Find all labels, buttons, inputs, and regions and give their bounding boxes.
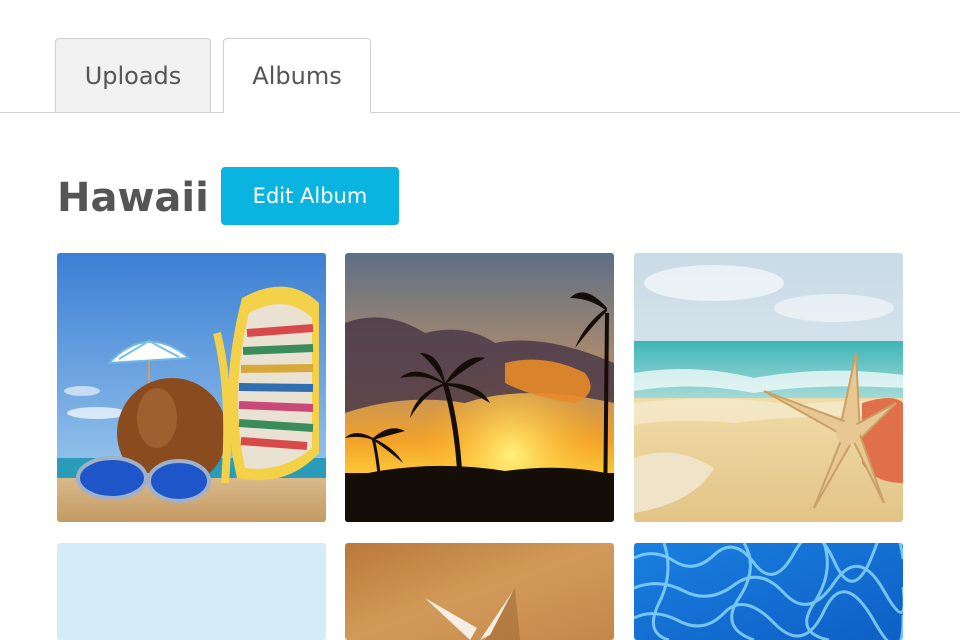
photo-light-blue[interactable] — [57, 543, 326, 640]
album-title: Hawaii — [57, 175, 209, 221]
edit-album-button[interactable]: Edit Album — [221, 167, 399, 225]
tab-uploads-label: Uploads — [84, 61, 182, 90]
tab-divider — [0, 112, 960, 113]
photo-palm-sunset[interactable] — [345, 253, 614, 522]
palm-sunset-image — [345, 253, 614, 522]
starfish-shore-image — [634, 253, 903, 522]
photo-pool-water[interactable] — [634, 543, 903, 640]
photo-sand-starfish[interactable] — [345, 543, 614, 640]
sand-starfish-image — [345, 543, 614, 640]
light-blue-image — [57, 543, 326, 640]
tab-albums-label: Albums — [252, 62, 342, 90]
beach-coconut-image — [57, 253, 326, 522]
tab-uploads[interactable]: Uploads — [55, 38, 211, 112]
tab-bar: Uploads Albums — [0, 0, 960, 113]
tab-albums[interactable]: Albums — [223, 38, 371, 113]
photo-starfish-shore[interactable] — [634, 253, 903, 522]
photo-beach-coconut[interactable] — [57, 253, 326, 522]
pool-water-image — [634, 543, 903, 640]
